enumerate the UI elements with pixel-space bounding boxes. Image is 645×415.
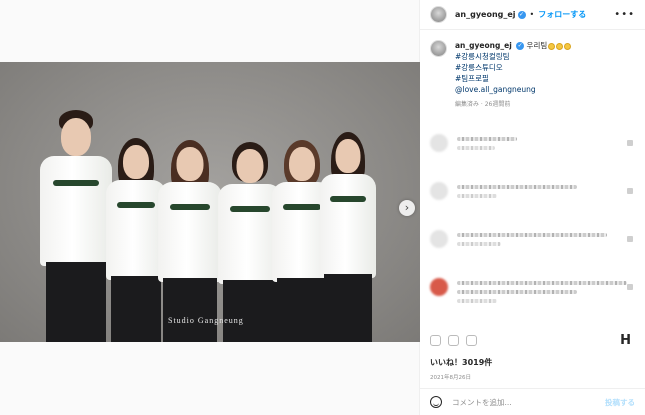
share-icon[interactable]	[466, 335, 477, 346]
post-comment-button[interactable]: 投稿する	[605, 397, 635, 408]
person-3	[158, 140, 222, 342]
grinning-emoji-icon	[556, 42, 564, 50]
comment-item	[430, 278, 635, 303]
like-icon[interactable]	[430, 335, 441, 346]
comment-icon[interactable]	[448, 335, 459, 346]
person-1	[40, 110, 112, 342]
caption-avatar[interactable]	[430, 40, 447, 57]
header-separator: •	[529, 10, 535, 19]
person-2	[106, 138, 166, 342]
like-heart-icon[interactable]	[627, 236, 633, 242]
hashtag-link[interactable]: #팀프로필	[455, 73, 571, 84]
header-username[interactable]: an_gyeong_ej	[455, 10, 516, 19]
hashtag-link[interactable]: #강릉시청컬링팀	[455, 51, 571, 62]
like-heart-icon[interactable]	[627, 188, 633, 194]
comment-item	[430, 230, 635, 252]
post-media: Studio Gangneung ›	[0, 0, 420, 415]
caption-verified-badge-icon: ✓	[516, 42, 525, 50]
avatar[interactable]	[430, 6, 447, 23]
post-actions: H	[430, 333, 635, 349]
grinning-emoji-icon	[548, 42, 556, 50]
comment-avatar[interactable]	[430, 230, 448, 248]
comment-avatar[interactable]	[430, 134, 448, 152]
comment-item	[430, 134, 635, 156]
team-photo: Studio Gangneung	[0, 62, 420, 342]
comment-avatar[interactable]	[430, 278, 448, 296]
bookmark-icon[interactable]: H	[620, 333, 631, 348]
caption-meta: 編集済み · 26週間前	[455, 101, 511, 108]
post-header: an_gyeong_ej ✓ • フォローする •••	[420, 0, 645, 30]
more-options-icon[interactable]: •••	[614, 9, 635, 20]
comment-avatar[interactable]	[430, 182, 448, 200]
like-heart-icon[interactable]	[627, 140, 633, 146]
hashtag-link[interactable]: #강릉스튜디오	[455, 62, 571, 73]
post-caption: an_gyeong_ej ✓ 우리팀 #강릉시청컬링팀 #강릉스튜디오 #팀프로…	[430, 40, 640, 110]
comment-item	[430, 182, 635, 204]
likes-count[interactable]: いいね！3019件	[430, 357, 492, 368]
comment-input[interactable]	[452, 397, 602, 407]
caption-body: an_gyeong_ej ✓ 우리팀 #강릉시청컬링팀 #강릉스튜디오 #팀프로…	[455, 40, 572, 110]
verified-badge-icon: ✓	[517, 10, 526, 19]
photo-watermark: Studio Gangneung	[168, 316, 244, 325]
mention-link[interactable]: @love.all_gangneung	[455, 84, 571, 95]
grinning-emoji-icon	[564, 42, 572, 50]
caption-username[interactable]: an_gyeong_ej	[455, 41, 512, 50]
caption-text: 우리팀	[526, 41, 548, 50]
emoji-picker-icon[interactable]	[430, 396, 442, 408]
like-heart-icon[interactable]	[627, 284, 633, 290]
post-sidebar: an_gyeong_ej ✓ • フォローする ••• an_gyeong_ej…	[420, 0, 645, 415]
next-image-button[interactable]: ›	[399, 200, 415, 216]
follow-button[interactable]: フォローする	[538, 9, 586, 20]
post-date: 2021年8月26日	[430, 375, 471, 381]
person-6	[320, 132, 376, 342]
comment-bar: 投稿する	[420, 388, 645, 415]
